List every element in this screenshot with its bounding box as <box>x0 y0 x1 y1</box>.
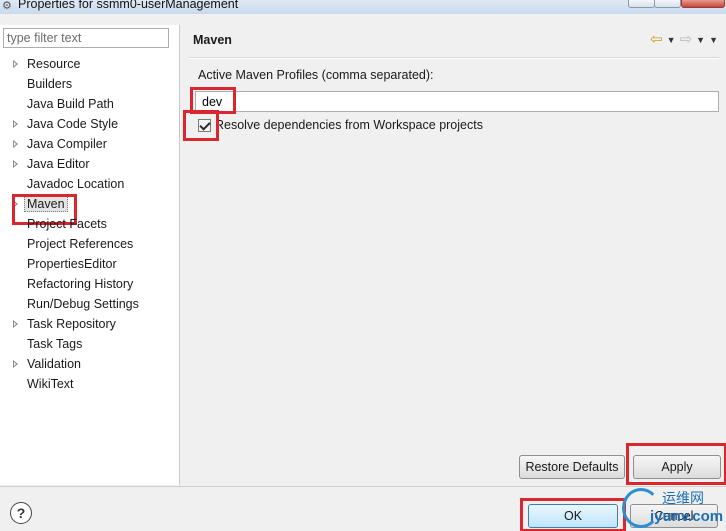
sidebar-item-label: Java Editor <box>27 157 90 171</box>
sidebar: Resource Builders Java Build Path Java Code… <box>0 25 180 485</box>
sidebar-item-label: PropertiesEditor <box>27 257 117 271</box>
profiles-label: Active Maven Profiles (comma separated): <box>198 68 434 82</box>
window-title: Properties for ssmm0-userManagement <box>18 0 239 11</box>
sidebar-item-label: Java Code Style <box>27 117 119 131</box>
sidebar-item-label: Validation <box>27 357 81 371</box>
sidebar-item-java-compiler[interactable]: Java Compiler <box>0 134 180 154</box>
resolve-label: Resolve dependencies from Workspace proj… <box>215 118 483 132</box>
page-title: Maven <box>193 33 232 47</box>
expand-arrow-icon[interactable] <box>12 154 20 174</box>
sidebar-item-java-code-style[interactable]: Java Code Style <box>0 114 180 134</box>
sidebar-item-label: Builders <box>27 77 73 91</box>
forward-dropdown-icon[interactable]: ▼ <box>696 35 705 45</box>
title-bar: ⚙ Properties for ssmm0-userManagement <box>0 0 726 14</box>
dialog-footer: ? OK Cancel 运维网 iyunv.com <box>0 486 726 531</box>
sidebar-item-label: Resource <box>27 57 81 71</box>
resolve-option[interactable]: Resolve dependencies from Workspace proj… <box>198 118 483 132</box>
sidebar-item-propertieseditor[interactable]: PropertiesEditor <box>0 254 180 274</box>
forward-arrow-icon[interactable]: ⇨ <box>680 32 693 48</box>
expand-arrow-icon[interactable] <box>12 54 20 74</box>
sidebar-item-label: Java Build Path <box>27 97 114 111</box>
sidebar-item-task-tags[interactable]: Task Tags <box>0 334 180 354</box>
filter-input[interactable] <box>3 28 169 48</box>
help-icon[interactable]: ? <box>10 502 32 524</box>
sidebar-item-project-references[interactable]: Project References <box>0 234 180 254</box>
sidebar-item-javadoc-location[interactable]: Javadoc Location <box>0 174 180 194</box>
ok-button[interactable]: OK <box>528 504 618 528</box>
sidebar-item-builders[interactable]: Builders <box>0 74 180 94</box>
sidebar-item-refactoring-history[interactable]: Refactoring History <box>0 274 180 294</box>
minimize-button[interactable] <box>628 0 655 8</box>
expand-arrow-icon[interactable] <box>12 114 20 134</box>
sidebar-item-java-editor[interactable]: Java Editor <box>0 154 180 174</box>
expand-arrow-icon[interactable] <box>12 194 20 214</box>
sidebar-item-run-debug-settings[interactable]: Run/Debug Settings <box>0 294 180 314</box>
sidebar-item-label: Task Repository <box>27 317 116 331</box>
maven-page: Maven ⇦ ▼ ⇨ ▼ ▼ Active Maven Profiles (c… <box>181 25 726 485</box>
profiles-input[interactable] <box>195 91 719 112</box>
back-dropdown-icon[interactable]: ▼ <box>667 35 676 45</box>
sidebar-item-project-facets[interactable]: Project Facets <box>0 214 180 234</box>
sidebar-item-label: Java Compiler <box>27 137 107 151</box>
expand-arrow-icon[interactable] <box>12 354 20 374</box>
sidebar-item-java-build-path[interactable]: Java Build Path <box>0 94 180 114</box>
menu-dropdown-icon[interactable]: ▼ <box>709 35 718 45</box>
expand-arrow-icon[interactable] <box>12 314 20 334</box>
sidebar-item-label: Project Facets <box>27 217 107 231</box>
properties-tree: Resource Builders Java Build Path Java Code… <box>0 54 180 394</box>
sidebar-item-resource[interactable]: Resource <box>0 54 180 74</box>
restore-defaults-button[interactable]: Restore Defaults <box>519 455 625 479</box>
app-icon: ⚙ <box>2 0 12 12</box>
sidebar-item-maven[interactable]: Maven <box>0 194 180 225</box>
apply-button[interactable]: Apply <box>633 455 721 479</box>
sidebar-item-label: WikiText <box>27 377 74 391</box>
cancel-button[interactable]: Cancel <box>630 504 718 528</box>
sidebar-item-label: Task Tags <box>27 337 83 351</box>
page-navigation: ⇦ ▼ ⇨ ▼ ▼ <box>650 31 718 49</box>
sidebar-item-label: Project References <box>27 237 134 251</box>
sidebar-item-label: Run/Debug Settings <box>27 297 139 311</box>
maximize-button[interactable] <box>654 0 681 8</box>
sidebar-item-label: Refactoring History <box>27 277 134 291</box>
back-arrow-icon[interactable]: ⇦ <box>650 32 663 48</box>
sidebar-item-wikitext[interactable]: WikiText <box>0 374 180 394</box>
sidebar-item-label: Maven <box>24 196 68 212</box>
sidebar-item-validation[interactable]: Validation <box>0 354 180 374</box>
sidebar-item-task-repository[interactable]: Task Repository <box>0 314 180 334</box>
expand-arrow-icon[interactable] <box>12 134 20 154</box>
sidebar-item-label: Javadoc Location <box>27 177 125 191</box>
title-separator <box>189 57 719 59</box>
resolve-checkbox[interactable] <box>198 118 211 132</box>
close-window-button[interactable] <box>681 0 725 8</box>
